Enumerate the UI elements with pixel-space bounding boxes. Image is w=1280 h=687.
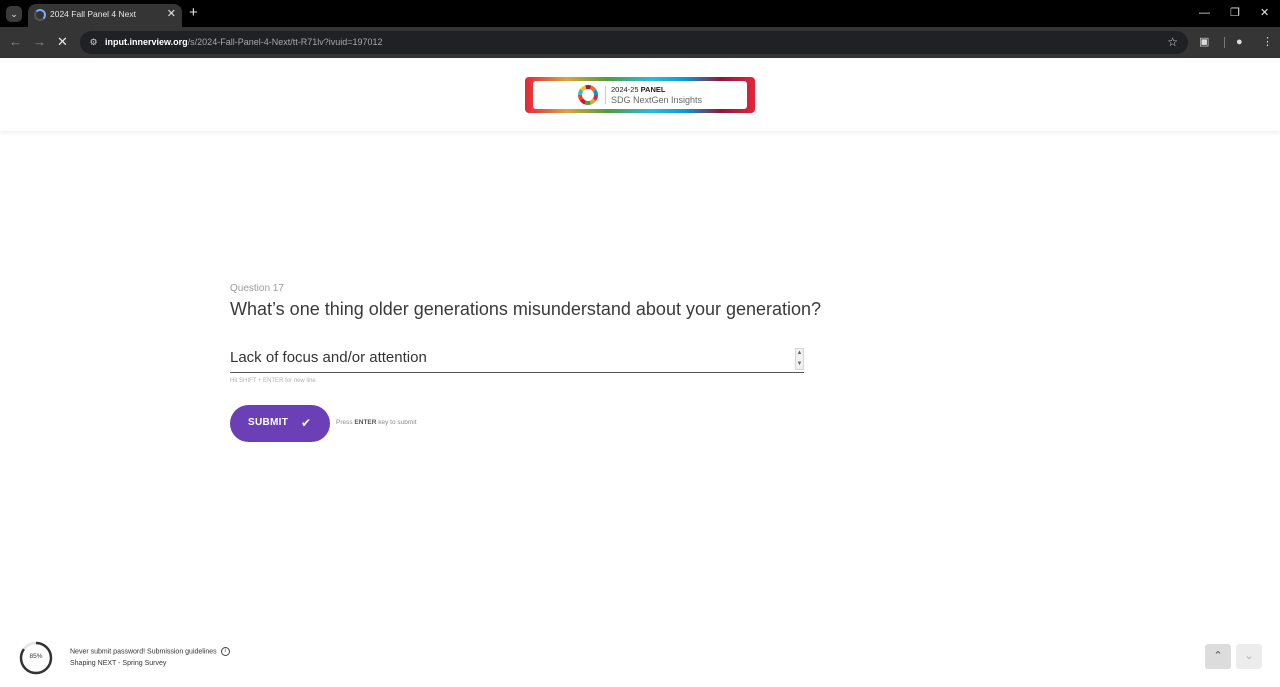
logo-panel-word: PANEL [640, 85, 666, 94]
submit-button[interactable]: SUBMIT ✔ [230, 405, 330, 442]
submit-label: SUBMIT [248, 417, 289, 428]
extensions-icon[interactable]: ▣ [1199, 34, 1209, 50]
textarea-scrollbar[interactable]: ▲ ▼ [795, 348, 804, 370]
enter-hint-key: ENTER [354, 419, 377, 426]
new-tab-plus-icon[interactable]: + [189, 4, 198, 22]
loading-spinner-icon [34, 9, 46, 21]
bookmark-star-icon[interactable]: ☆ [1167, 35, 1178, 49]
previous-question-chevron-up-icon[interactable]: ⌃ [1205, 644, 1231, 669]
logo-inner: 2024-25 PANEL SDG NextGen Insights [533, 81, 747, 109]
logo-year: 2024-25 [611, 85, 641, 94]
window-minimize-icon[interactable]: — [1199, 5, 1210, 21]
answer-textarea[interactable]: Lack of focus and/or attention ▲ ▼ [230, 346, 804, 373]
url-host: input.innerview.org [105, 37, 188, 47]
browser-tab-strip: ⌄ 2024 Fall Panel 4 Next ✕ + — ❐ ✕ [0, 0, 1280, 27]
browser-tab-active[interactable]: 2024 Fall Panel 4 Next ✕ [28, 4, 182, 27]
profile-icon[interactable]: ● [1236, 34, 1243, 50]
checkmark-icon: ✔ [301, 416, 312, 430]
tab-close-icon[interactable]: ✕ [167, 7, 176, 21]
menu-kebab-icon[interactable]: ⋮ [1262, 34, 1273, 50]
sdg-panel-logo: 2024-25 PANEL SDG NextGen Insights [525, 77, 755, 113]
tab-title: 2024 Fall Panel 4 Next [50, 9, 136, 19]
logo-line1: 2024-25 PANEL [611, 85, 665, 94]
question-text: What’s one thing older generations misun… [230, 299, 822, 319]
window-close-icon[interactable]: ✕ [1260, 5, 1269, 21]
answer-value[interactable]: Lack of focus and/or attention [230, 349, 427, 366]
submission-notice-text[interactable]: Never submit password! Submission guidel… [70, 648, 217, 655]
sdg-wheel-icon [578, 85, 598, 105]
window-restore-icon[interactable]: ❐ [1230, 5, 1240, 21]
toolbar-divider [1224, 37, 1225, 48]
enter-hint-suffix: key to submit [376, 419, 417, 426]
survey-header: 2024-25 PANEL SDG NextGen Insights [0, 58, 1280, 131]
browser-toolbar: ← → ✕ ⚙ input.innerview.org/s/2024-Fall-… [0, 27, 1280, 58]
enter-key-hint: Press ENTER key to submit [336, 419, 417, 426]
url-path: /s/2024-Fall-Panel-4-Next/tt-R71lv?ivuid… [187, 37, 383, 47]
next-question-chevron-down-icon[interactable]: ⌄ [1236, 644, 1262, 669]
scroll-up-arrow-icon[interactable]: ▲ [796, 350, 803, 357]
progress-percent: 85% [29, 653, 43, 660]
logo-line2: SDG NextGen Insights [611, 95, 703, 105]
info-icon[interactable]: i [220, 647, 230, 656]
survey-name: Shaping NEXT - Spring Survey [70, 660, 167, 667]
site-settings-icon[interactable]: ⚙ [87, 36, 100, 49]
submission-notice: Never submit password! Submission guidel… [70, 647, 230, 656]
logo-divider [605, 86, 606, 104]
enter-hint-prefix: Press [336, 419, 355, 426]
tab-search-chevron-down-icon[interactable]: ⌄ [6, 6, 22, 22]
stop-loading-close-icon[interactable]: ✕ [57, 34, 68, 50]
question-number: Question 17 [230, 283, 284, 294]
forward-arrow-right-icon[interactable]: → [33, 34, 46, 50]
url-text[interactable]: input.innerview.org/s/2024-Fall-Panel-4-… [105, 36, 383, 49]
back-arrow-left-icon[interactable]: ← [9, 34, 22, 50]
address-bar[interactable]: ⚙ input.innerview.org/s/2024-Fall-Panel-… [80, 31, 1188, 54]
newline-hint: Hit SHIFT + ENTER for new line [230, 378, 316, 384]
scroll-down-arrow-icon[interactable]: ▼ [796, 361, 803, 368]
